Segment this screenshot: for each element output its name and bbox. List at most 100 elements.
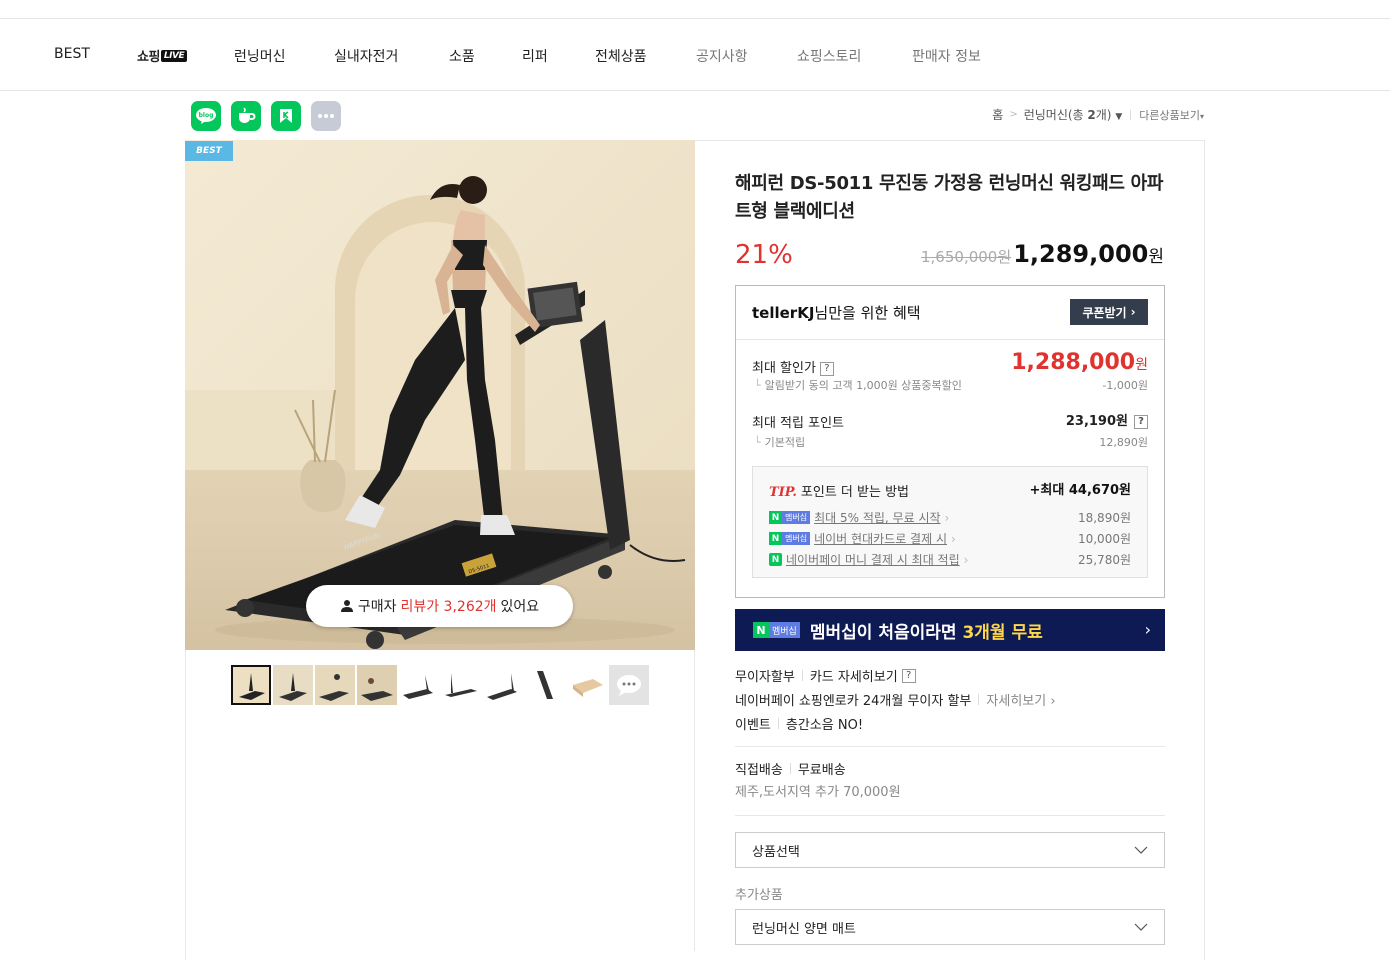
sale-price: 1,289,000원 (1013, 240, 1164, 268)
naver-membership-icon: N 멤버십 (753, 622, 800, 638)
coupon-button-label: 쿠폰받기 (1082, 305, 1127, 320)
n-plus-icon: N (769, 511, 782, 524)
benefit-divider (736, 339, 1164, 340)
tip-row-npay-money[interactable]: N 네이버페이 머니 결제 시 최대 적립 › (769, 551, 968, 568)
delivery-fee: 무료배송 (797, 763, 846, 778)
npay-installment-row: 네이버페이 쇼핑엔로카 24개월 무이자 할부 자세히보기 › (735, 690, 1056, 709)
chevron-right-icon: › (963, 552, 969, 567)
tip-row-hyundai-card[interactable]: N 멤버십 네이버 현대카드로 결제 시 › (769, 530, 956, 547)
cafe-share-button[interactable] (231, 101, 261, 131)
thumbnail-image (357, 665, 397, 705)
thumbnail-7[interactable] (483, 665, 523, 705)
thumbnail-5[interactable] (399, 665, 439, 705)
thumbnail-1[interactable] (231, 665, 271, 705)
thumbnail-3[interactable] (315, 665, 355, 705)
thumbnail-6[interactable] (441, 665, 481, 705)
breadcrumb-category-label: 런닝머신(총 (1023, 108, 1088, 122)
help-icon[interactable]: ? (901, 668, 916, 683)
membership-banner[interactable]: N 멤버십 멤버십이 처음이라면 3개월 무료 › (735, 609, 1165, 651)
more-share-button[interactable] (311, 101, 341, 131)
section-divider (735, 815, 1165, 816)
product-option-select[interactable]: 상품선택 (735, 832, 1165, 868)
thumbnail-image (445, 673, 477, 697)
review-suffix: 있어요 (500, 599, 540, 615)
delivery-extra: 제주,도서지역 추가 70,000원 (735, 785, 901, 800)
thumbnail-9[interactable] (567, 665, 607, 705)
caret-down-icon: ▼ (1115, 112, 1123, 122)
installment-label: 무이자할부 (735, 670, 795, 685)
chevron-right-icon: › (950, 531, 956, 546)
thumbnail-list (231, 665, 651, 705)
addon-select-label: 런닝머신 양면 매트 (752, 921, 856, 937)
tip-row-value: 10,000원 (1077, 532, 1131, 546)
naver-membership-icon: N 멤버십 (769, 511, 811, 524)
thumbnail-image (403, 675, 433, 699)
discount-rate: 21% (735, 240, 793, 270)
card-detail-link[interactable]: 카드 자세히보기 (810, 666, 898, 685)
addon-label: 추가상품 (735, 888, 783, 903)
nav-all-products[interactable]: 전체상품 (595, 46, 647, 66)
blog-share-button[interactable]: blog (191, 101, 221, 131)
breadcrumb-separator-icon: > (1009, 109, 1018, 120)
event-text: 층간소음 NO! (785, 718, 864, 733)
product-main-image[interactable]: DS-5011 HAPPYRUN (185, 140, 695, 650)
original-price: 1,650,000원 (921, 248, 1012, 266)
nav-seller-info[interactable]: 판매자 정보 (912, 46, 981, 66)
alarm-discount-label: 알림받기 동의 고객 1,000원 상품중복할인 (754, 377, 962, 393)
event-row: 이벤트 층간소음 NO! (735, 714, 863, 733)
info-divider (777, 718, 779, 729)
max-discount-label-text: 최대 할인가 (752, 361, 816, 376)
n-plus-icon: N (753, 622, 769, 638)
nav-shopping-live[interactable]: 쇼핑 LIVE (137, 46, 188, 65)
nav-refurb[interactable]: 리퍼 (522, 46, 548, 66)
tip-row-value: 25,780원 (1077, 553, 1131, 567)
chevron-right-icon: › (944, 510, 950, 525)
keep-share-button[interactable] (271, 101, 301, 131)
nav-accessories[interactable]: 소품 (449, 46, 475, 66)
thumbnail-8[interactable] (525, 665, 565, 705)
tip-row-label: 네이버 현대카드로 결제 시 (814, 532, 947, 546)
review-prefix: 구매자 (357, 599, 397, 615)
nav-indoor-bike[interactable]: 실내자전거 (334, 46, 398, 66)
npay-icon: N (769, 553, 782, 566)
help-icon[interactable]: ? (819, 361, 834, 376)
caret-down-small-icon: ▾ (1199, 111, 1204, 121)
nav-shopping-story[interactable]: 쇼핑스토리 (797, 46, 861, 66)
nav-best[interactable]: BEST (54, 46, 90, 62)
thumbnail-2[interactable] (273, 665, 313, 705)
chevron-right-icon: › (1144, 620, 1151, 639)
review-count-button[interactable]: 구매자 리뷰가 3,262개 있어요 (306, 585, 573, 627)
help-icon[interactable]: ? (1134, 414, 1148, 429)
breadcrumb: 홈 > 런닝머신(총 2개) ▼ 다른상품보기▾ (992, 106, 1204, 123)
delivery-row: 직접배송 무료배송 (735, 759, 846, 778)
coupon-button[interactable]: 쿠폰받기 › (1070, 299, 1148, 325)
other-products-label: 다른상품보기 (1139, 108, 1200, 122)
base-point-value: 12,890원 (1099, 436, 1148, 449)
person-icon (340, 600, 353, 612)
breadcrumb-divider (1130, 109, 1132, 120)
tip-total: +최대 44,670원 (1029, 483, 1131, 498)
other-products-link[interactable]: 다른상품보기▾ (1139, 107, 1204, 123)
tip-row-value: 18,890원 (1077, 511, 1131, 525)
nav-running-machine[interactable]: 런닝머신 (234, 46, 286, 66)
detail-link[interactable]: 자세히보기 › (986, 690, 1055, 709)
alarm-discount-value: -1,000원 (1102, 379, 1148, 392)
thumbnail-10[interactable] (609, 665, 649, 705)
max-point-label: 최대 적립 포인트 (752, 416, 844, 431)
npay-installment-text: 네이버페이 쇼핑엔로카 24개월 무이자 할부 (735, 694, 972, 709)
tip-box: TIP. 포인트 더 받는 방법 +최대 44,670원 N 멤버십 최대 5% 적… (752, 466, 1148, 578)
chevron-down-icon (1134, 846, 1148, 854)
tip-row-label: 최대 5% 적립, 무료 시작 (814, 511, 941, 525)
max-discount-label: 최대 할인가? (752, 357, 834, 376)
breadcrumb-category[interactable]: 런닝머신(총 2개) ▼ (1024, 106, 1123, 123)
thumbnail-4[interactable] (357, 665, 397, 705)
banner-text-main: 멤버십이 처음이라면 (809, 622, 963, 643)
product-option-select-label: 상품선택 (752, 844, 800, 860)
max-discount-price-value: 1,288,000 (1011, 350, 1136, 375)
breadcrumb-home[interactable]: 홈 (992, 106, 1003, 123)
nav-notice[interactable]: 공지사항 (696, 46, 748, 66)
max-point-value: 23,190원? (1066, 410, 1148, 429)
tip-row-membership[interactable]: N 멤버십 최대 5% 적립, 무료 시작 › (769, 509, 949, 526)
addon-select[interactable]: 런닝머신 양면 매트 (735, 909, 1165, 945)
max-discount-price-unit: 원 (1135, 357, 1148, 373)
